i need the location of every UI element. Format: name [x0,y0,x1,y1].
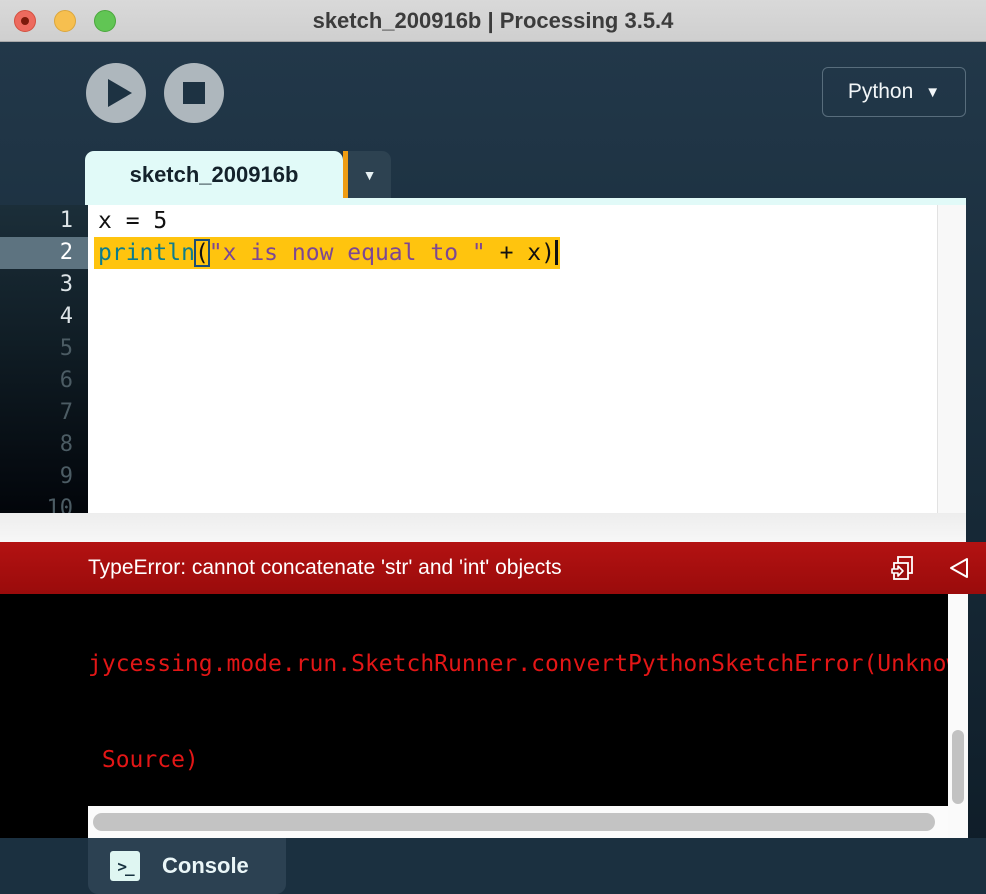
line-number-current: 2 [0,237,88,269]
editor-horizontal-scrollbar[interactable] [0,513,966,542]
line-number: 5 [0,333,88,365]
chevron-down-icon: ▼ [925,84,940,101]
window-title: sketch_200916b | Processing 3.5.4 [0,0,986,42]
terminal-icon: >_ [110,851,140,881]
line-number: 8 [0,429,88,461]
error-message: TypeError: cannot concatenate 'str' and … [88,542,562,594]
line-number: 10 [0,493,88,513]
stack-trace-line: Source) [88,744,948,776]
mode-selector[interactable]: Python ▼ [822,67,966,117]
function-token: println [98,240,195,266]
string-token: "x is now equal to " [209,240,486,266]
console-tab[interactable]: >_ Console [88,838,286,894]
matched-paren-token: ( [195,240,209,266]
line-number: 9 [0,461,88,493]
code-line-2-current: println("x is now equal to " + x) [88,237,937,269]
tab-menu-button[interactable]: ▼ [348,151,391,198]
editor-vertical-scrollbar[interactable] [937,205,966,513]
line-number: 7 [0,397,88,429]
editor-top-strip [85,198,966,205]
copy-error-icon[interactable] [890,555,916,581]
code-editor[interactable]: 1 2 3 4 5 6 7 8 9 10 x = 5 println("x is… [0,205,966,513]
titlebar: sketch_200916b | Processing 3.5.4 [0,0,986,42]
chevron-down-icon: ▼ [363,167,377,183]
stack-trace: jycessing.mode.run.SketchRunner.convertP… [88,594,948,838]
stack-trace-line: jycessing.mode.run.SketchRunner.convertP… [88,648,948,680]
stop-icon [183,82,205,104]
collapse-console-icon[interactable] [946,555,972,581]
tab-sketch[interactable]: sketch_200916b [85,151,343,198]
plain-token: + x) [486,240,555,266]
footer-bar: >_ Console [0,838,986,894]
run-button[interactable] [86,63,146,123]
line-number: 4 [0,301,88,333]
line-number: 1 [0,205,88,237]
line-number-gutter: 1 2 3 4 5 6 7 8 9 10 [0,205,88,513]
console-vertical-scrollbar[interactable] [948,594,968,838]
play-icon [108,79,132,107]
console-horizontal-scrollbar-thumb[interactable] [93,813,935,831]
line-number: 6 [0,365,88,397]
code-line-1: x = 5 [88,205,937,237]
current-line-highlight: println("x is now equal to " + x) [94,237,560,269]
mode-label: Python [848,80,913,104]
console-output[interactable]: jycessing.mode.run.SketchRunner.convertP… [0,594,948,838]
stop-button[interactable] [164,63,224,123]
text-caret [555,240,558,265]
tab-sketch-label: sketch_200916b [130,162,299,188]
error-bar: TypeError: cannot concatenate 'str' and … [0,542,986,594]
processing-window: sketch_200916b | Processing 3.5.4 Python… [0,0,986,894]
console-tab-label: Console [162,853,249,879]
console-horizontal-scrollbar[interactable] [88,806,948,838]
console-vertical-scrollbar-thumb[interactable] [952,730,964,804]
code-text-area[interactable]: x = 5 println("x is now equal to " + x) [88,205,937,513]
line-number: 3 [0,269,88,301]
